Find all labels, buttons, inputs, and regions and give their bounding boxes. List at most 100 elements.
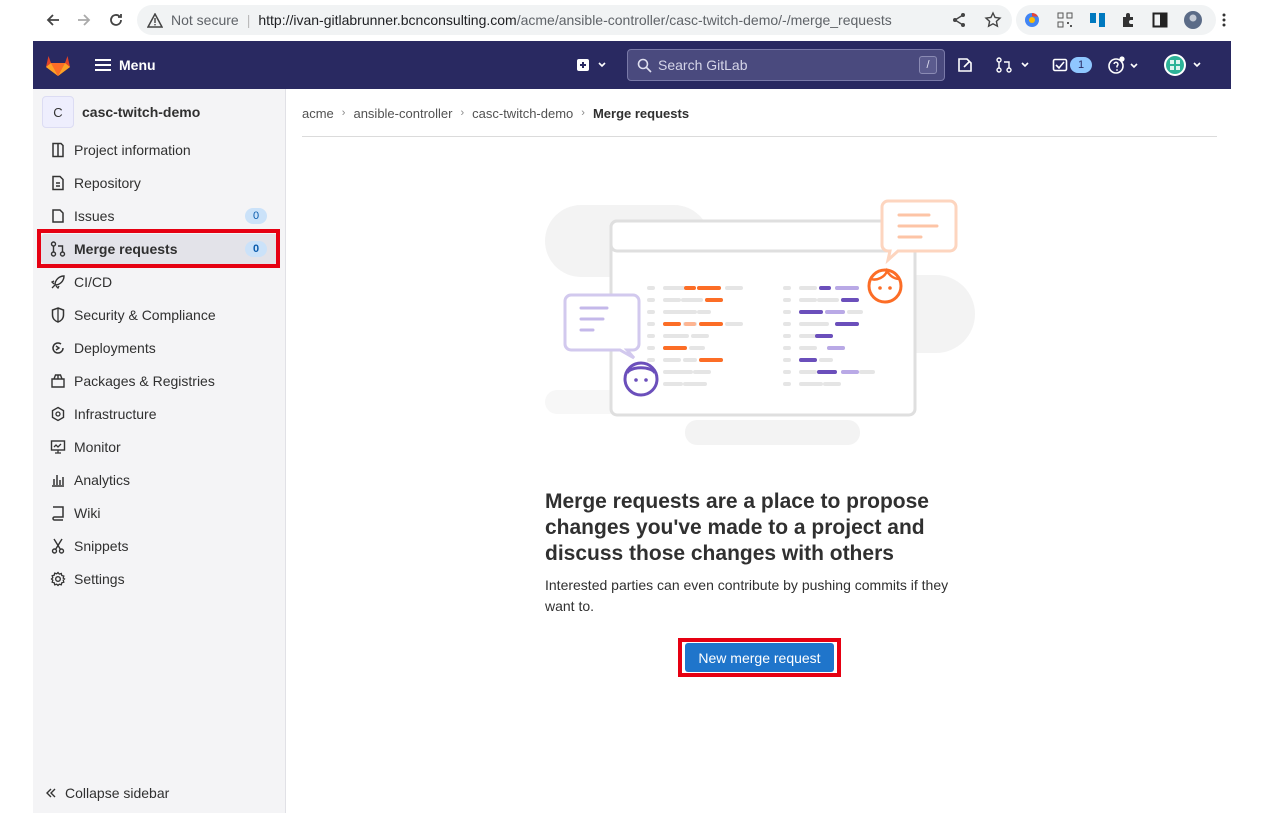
chevron-right-icon: › xyxy=(581,107,585,119)
project-header[interactable]: C casc-twitch-demo xyxy=(42,96,201,128)
puzzle-icon[interactable] xyxy=(1120,9,1138,31)
star-icon[interactable] xyxy=(984,9,1002,31)
chevron-right-icon: › xyxy=(460,107,465,119)
sidebar-item-label: Wiki xyxy=(74,505,101,521)
hamburger-icon xyxy=(95,59,111,71)
empty-state-description: Interested parties can even contribute b… xyxy=(545,577,949,614)
project-name: casc-twitch-demo xyxy=(82,104,201,120)
sidebar-item-snippets[interactable]: Snippets xyxy=(41,531,278,561)
project-avatar: C xyxy=(42,96,74,128)
url-host: http://ivan-gitlabrunner.bcnconsulting.c… xyxy=(258,12,517,28)
new-merge-request-button[interactable]: New merge request xyxy=(685,643,834,672)
project-icon xyxy=(50,142,66,158)
double-chevron-left-icon xyxy=(45,787,57,799)
share-icon[interactable] xyxy=(951,9,967,31)
breadcrumb-current[interactable]: Merge requests xyxy=(593,106,689,121)
shield-icon xyxy=(50,307,66,323)
breadcrumb: acme › ansible-controller › casc-twitch-… xyxy=(302,104,689,122)
sidebar-item-packages-registries[interactable]: Packages & Registries xyxy=(41,366,278,396)
sidebar-item-analytics[interactable]: Analytics xyxy=(41,465,278,495)
sidebar: C casc-twitch-demo Project information R… xyxy=(33,89,286,813)
sidebar-item-issues[interactable]: Issues 0 xyxy=(41,201,278,231)
breadcrumb-item[interactable]: casc-twitch-demo xyxy=(472,106,573,121)
gear-icon xyxy=(50,571,66,587)
search-placeholder: Search GitLab xyxy=(658,57,748,73)
security-label: Not secure xyxy=(171,12,239,28)
merge-requests-shortcut-icon[interactable] xyxy=(996,53,1030,77)
deployments-icon xyxy=(50,340,66,356)
issues-icon xyxy=(50,208,66,224)
sidebar-item-label: Snippets xyxy=(74,538,129,554)
user-avatar xyxy=(1164,54,1201,76)
sidebar-item-label: Issues xyxy=(74,208,115,224)
sidebar-item-wiki[interactable]: Wiki xyxy=(41,498,278,528)
more-vertical-icon[interactable] xyxy=(1219,9,1229,31)
menu-button[interactable]: Menu xyxy=(95,53,156,77)
todo-icon xyxy=(1052,58,1068,72)
side-panel-icon[interactable] xyxy=(1152,9,1168,31)
sidebar-item-monitor[interactable]: Monitor xyxy=(41,432,278,462)
create-new-button[interactable] xyxy=(576,53,606,77)
gitlab-top-bar: Menu Search GitLab / 1 xyxy=(33,41,1231,89)
monitor-icon xyxy=(50,439,66,455)
sidebar-item-security-compliance[interactable]: Security & Compliance xyxy=(41,300,278,330)
sidebar-item-infrastructure[interactable]: Infrastructure xyxy=(41,399,278,429)
help-icon xyxy=(1108,56,1138,74)
gitlab-logo-icon[interactable] xyxy=(45,53,71,82)
breadcrumb-item[interactable]: acme xyxy=(302,106,334,121)
issues-count-badge: 0 xyxy=(245,208,267,224)
sidebar-item-label: CI/CD xyxy=(74,274,113,290)
sidebar-item-deployments[interactable]: Deployments xyxy=(41,333,278,363)
empty-state-illustration xyxy=(545,195,975,450)
sidebar-item-repository[interactable]: Repository xyxy=(41,168,278,198)
menu-label: Menu xyxy=(119,57,156,73)
address-bar[interactable]: Not secure | http://ivan-gitlabrunner.bc… xyxy=(137,5,1012,35)
merge-requests-count-badge: 0 xyxy=(245,241,267,257)
sidebar-item-ci-cd[interactable]: CI/CD xyxy=(41,267,278,297)
infrastructure-icon xyxy=(50,406,66,422)
issues-shortcut-icon[interactable] xyxy=(957,53,973,77)
empty-state-title: Merge requests are a place to propose ch… xyxy=(545,490,929,565)
search-input[interactable]: Search GitLab / xyxy=(627,49,945,81)
breadcrumb-item[interactable]: ansible-controller xyxy=(353,106,452,121)
sidebar-item-label: Settings xyxy=(74,571,125,587)
sidebar-item-label: Packages & Registries xyxy=(74,373,215,389)
collapse-sidebar-button[interactable]: Collapse sidebar xyxy=(45,785,169,801)
forward-arrow-icon[interactable] xyxy=(73,9,95,31)
sidebar-item-settings[interactable]: Settings xyxy=(41,564,278,594)
user-menu-button[interactable] xyxy=(1163,53,1203,77)
reload-icon[interactable] xyxy=(105,9,127,31)
sidebar-item-label: Security & Compliance xyxy=(74,307,216,323)
extension-icon-1[interactable] xyxy=(1023,9,1041,31)
rocket-icon xyxy=(50,274,66,290)
search-shortcut-hint: / xyxy=(919,56,937,74)
search-icon xyxy=(637,58,652,73)
sidebar-item-label: Analytics xyxy=(74,472,131,488)
browser-toolbar: Not secure | http://ivan-gitlabrunner.bc… xyxy=(0,0,1264,41)
back-arrow-icon[interactable] xyxy=(42,9,64,31)
qr-code-icon[interactable] xyxy=(1057,9,1073,31)
sidebar-item-project-information[interactable]: Project information xyxy=(41,135,278,165)
collapse-sidebar-label: Collapse sidebar xyxy=(65,785,170,801)
analytics-icon xyxy=(50,472,66,488)
doc-icon xyxy=(50,175,66,191)
help-button[interactable] xyxy=(1107,53,1141,77)
sidebar-item-label: Infrastructure xyxy=(74,406,157,422)
profile-avatar[interactable] xyxy=(1183,9,1203,31)
merge-request-icon xyxy=(50,241,66,257)
sidebar-item-label: Deployments xyxy=(74,340,156,356)
divider xyxy=(302,136,1217,137)
todos-button[interactable]: 1 xyxy=(1052,53,1092,77)
url-path: /acme/ansible-controller/casc-twitch-dem… xyxy=(516,12,892,28)
book-icon xyxy=(50,505,66,521)
sidebar-item-label: Repository xyxy=(74,175,141,191)
chevron-right-icon: › xyxy=(341,107,346,119)
todo-count-badge: 1 xyxy=(1070,57,1092,73)
package-icon xyxy=(50,373,66,389)
sidebar-item-merge-requests[interactable]: Merge requests 0 xyxy=(41,234,278,264)
sidebar-item-label: Project information xyxy=(74,142,191,158)
sidebar-item-label: Merge requests xyxy=(74,241,178,257)
snippet-icon xyxy=(50,538,66,554)
trello-icon[interactable] xyxy=(1089,9,1107,31)
warning-icon xyxy=(147,12,165,28)
